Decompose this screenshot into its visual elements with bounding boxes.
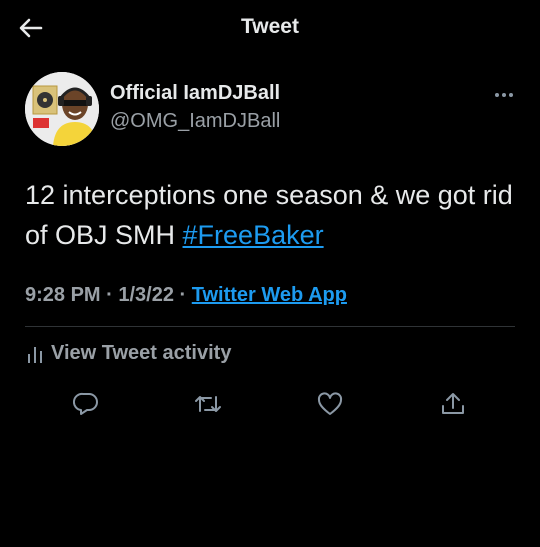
- tweet-source-link[interactable]: Twitter Web App: [192, 284, 347, 306]
- like-button[interactable]: [315, 390, 345, 418]
- share-icon: [442, 393, 464, 414]
- meta-separator: ·: [173, 284, 192, 306]
- tweet-detail-screen: Tweet Official IamDJBall @OMG_IamDJBall …: [0, 0, 540, 547]
- reply-icon: [73, 392, 98, 415]
- meta-separator: ·: [100, 284, 119, 306]
- more-options-button[interactable]: [489, 84, 519, 106]
- tweet-time[interactable]: 9:28 PM: [25, 284, 101, 306]
- retweet-icon: [195, 396, 221, 412]
- like-icon: [317, 392, 343, 415]
- dot: [509, 93, 513, 97]
- activity-label: View Tweet activity: [51, 342, 232, 364]
- divider: [25, 326, 515, 327]
- header-bar: Tweet: [0, 0, 540, 56]
- retweet-button[interactable]: [193, 390, 223, 418]
- tweet-date[interactable]: 1/3/22: [118, 284, 174, 306]
- view-tweet-activity-button[interactable]: View Tweet activity: [27, 342, 231, 365]
- page-title: Tweet: [241, 15, 299, 38]
- reply-button[interactable]: [71, 390, 101, 418]
- author-handle[interactable]: @OMG_IamDJBall: [110, 110, 280, 133]
- share-button[interactable]: [438, 390, 468, 418]
- tweet-text: 12 interceptions one season & we got rid…: [25, 175, 525, 255]
- dot: [495, 93, 499, 97]
- bar-chart-icon: [28, 346, 42, 363]
- avatar[interactable]: [25, 72, 99, 146]
- hashtag-link[interactable]: #FreeBaker: [183, 220, 324, 250]
- avatar-image: [25, 72, 99, 146]
- tweet-meta: 9:28 PM · 1/3/22 · Twitter Web App: [25, 284, 347, 307]
- dot: [502, 93, 506, 97]
- author-display-name[interactable]: Official IamDJBall: [110, 82, 280, 105]
